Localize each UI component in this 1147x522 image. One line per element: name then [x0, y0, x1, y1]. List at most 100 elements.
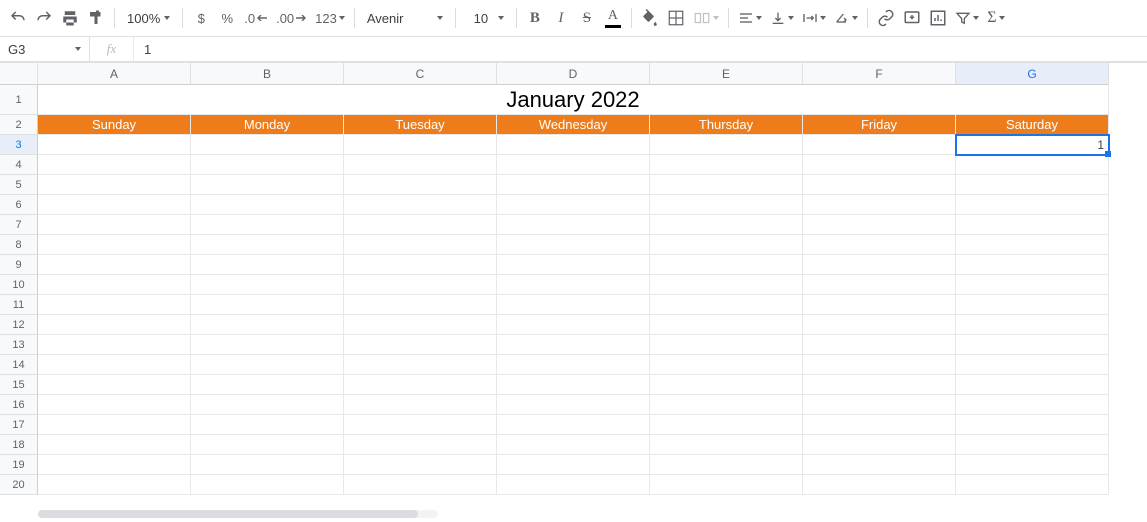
cell-G16[interactable]: [956, 395, 1109, 415]
cell-E14[interactable]: [650, 355, 803, 375]
cell-E18[interactable]: [650, 435, 803, 455]
cell-F7[interactable]: [803, 215, 956, 235]
row-header-14[interactable]: 14: [0, 355, 38, 375]
strikethrough-button[interactable]: S: [575, 5, 599, 31]
cell-F4[interactable]: [803, 155, 956, 175]
vertical-align-button[interactable]: [767, 5, 797, 31]
font-size-dropdown[interactable]: 10: [462, 5, 510, 31]
cell-F9[interactable]: [803, 255, 956, 275]
cell-G2[interactable]: Saturday: [956, 115, 1109, 135]
bold-button[interactable]: B: [523, 5, 547, 31]
cell-B17[interactable]: [191, 415, 344, 435]
cell-G15[interactable]: [956, 375, 1109, 395]
cell-E6[interactable]: [650, 195, 803, 215]
cell-A19[interactable]: [38, 455, 191, 475]
cell-E20[interactable]: [650, 475, 803, 495]
paint-format-button[interactable]: [84, 5, 108, 31]
cell-C16[interactable]: [344, 395, 497, 415]
cell-G6[interactable]: [956, 195, 1109, 215]
cell-G3[interactable]: 1: [956, 135, 1109, 155]
cell-F17[interactable]: [803, 415, 956, 435]
cell-D17[interactable]: [497, 415, 650, 435]
cell-D5[interactable]: [497, 175, 650, 195]
cell-E17[interactable]: [650, 415, 803, 435]
cell-G5[interactable]: [956, 175, 1109, 195]
cell-D9[interactable]: [497, 255, 650, 275]
cell-A6[interactable]: [38, 195, 191, 215]
cell-B11[interactable]: [191, 295, 344, 315]
row-header-19[interactable]: 19: [0, 455, 38, 475]
cell-C3[interactable]: [344, 135, 497, 155]
row-header-5[interactable]: 5: [0, 175, 38, 195]
font-family-dropdown[interactable]: Avenir: [361, 5, 449, 31]
cell-D7[interactable]: [497, 215, 650, 235]
spreadsheet-grid[interactable]: ABCDEFG1January 20222SundayMondayTuesday…: [0, 62, 1147, 495]
column-header-A[interactable]: A: [38, 63, 191, 85]
cell-B6[interactable]: [191, 195, 344, 215]
cell-D16[interactable]: [497, 395, 650, 415]
row-header-3[interactable]: 3: [0, 135, 38, 155]
cell-G17[interactable]: [956, 415, 1109, 435]
cell-D8[interactable]: [497, 235, 650, 255]
cell-F11[interactable]: [803, 295, 956, 315]
cell-D15[interactable]: [497, 375, 650, 395]
functions-button[interactable]: Σ: [984, 5, 1008, 31]
undo-button[interactable]: [6, 5, 30, 31]
cell-D3[interactable]: [497, 135, 650, 155]
format-percent-button[interactable]: %: [215, 5, 239, 31]
cell-D14[interactable]: [497, 355, 650, 375]
cell-C7[interactable]: [344, 215, 497, 235]
cell-C5[interactable]: [344, 175, 497, 195]
row-header-12[interactable]: 12: [0, 315, 38, 335]
cell-A10[interactable]: [38, 275, 191, 295]
cell-A12[interactable]: [38, 315, 191, 335]
cell-F16[interactable]: [803, 395, 956, 415]
cell-A17[interactable]: [38, 415, 191, 435]
cell-A13[interactable]: [38, 335, 191, 355]
cell-E2[interactable]: Thursday: [650, 115, 803, 135]
merge-cells-button[interactable]: [690, 5, 722, 31]
cell-C9[interactable]: [344, 255, 497, 275]
cell-B20[interactable]: [191, 475, 344, 495]
cell-F15[interactable]: [803, 375, 956, 395]
cell-C4[interactable]: [344, 155, 497, 175]
cell-A16[interactable]: [38, 395, 191, 415]
row-header-20[interactable]: 20: [0, 475, 38, 495]
row-header-6[interactable]: 6: [0, 195, 38, 215]
cell-B13[interactable]: [191, 335, 344, 355]
fill-color-button[interactable]: [638, 5, 662, 31]
cell-D2[interactable]: Wednesday: [497, 115, 650, 135]
cell-E11[interactable]: [650, 295, 803, 315]
cell-A8[interactable]: [38, 235, 191, 255]
increase-decimal-button[interactable]: .00: [273, 5, 310, 31]
cell-C18[interactable]: [344, 435, 497, 455]
cell-E4[interactable]: [650, 155, 803, 175]
cell-F2[interactable]: Friday: [803, 115, 956, 135]
cell-G12[interactable]: [956, 315, 1109, 335]
cell-F12[interactable]: [803, 315, 956, 335]
cell-B7[interactable]: [191, 215, 344, 235]
cell-F14[interactable]: [803, 355, 956, 375]
redo-button[interactable]: [32, 5, 56, 31]
cell-F18[interactable]: [803, 435, 956, 455]
cell-A9[interactable]: [38, 255, 191, 275]
row-header-8[interactable]: 8: [0, 235, 38, 255]
cell-D18[interactable]: [497, 435, 650, 455]
cell-C11[interactable]: [344, 295, 497, 315]
select-all-corner[interactable]: [0, 63, 38, 85]
cell-D20[interactable]: [497, 475, 650, 495]
cell-B14[interactable]: [191, 355, 344, 375]
cell-E7[interactable]: [650, 215, 803, 235]
cell-E3[interactable]: [650, 135, 803, 155]
row-header-2[interactable]: 2: [0, 115, 38, 135]
row-header-15[interactable]: 15: [0, 375, 38, 395]
cell-E9[interactable]: [650, 255, 803, 275]
cell-A7[interactable]: [38, 215, 191, 235]
cell-A11[interactable]: [38, 295, 191, 315]
cell-E12[interactable]: [650, 315, 803, 335]
column-header-F[interactable]: F: [803, 63, 956, 85]
cell-B19[interactable]: [191, 455, 344, 475]
cell-G4[interactable]: [956, 155, 1109, 175]
cell-B4[interactable]: [191, 155, 344, 175]
cell-C20[interactable]: [344, 475, 497, 495]
